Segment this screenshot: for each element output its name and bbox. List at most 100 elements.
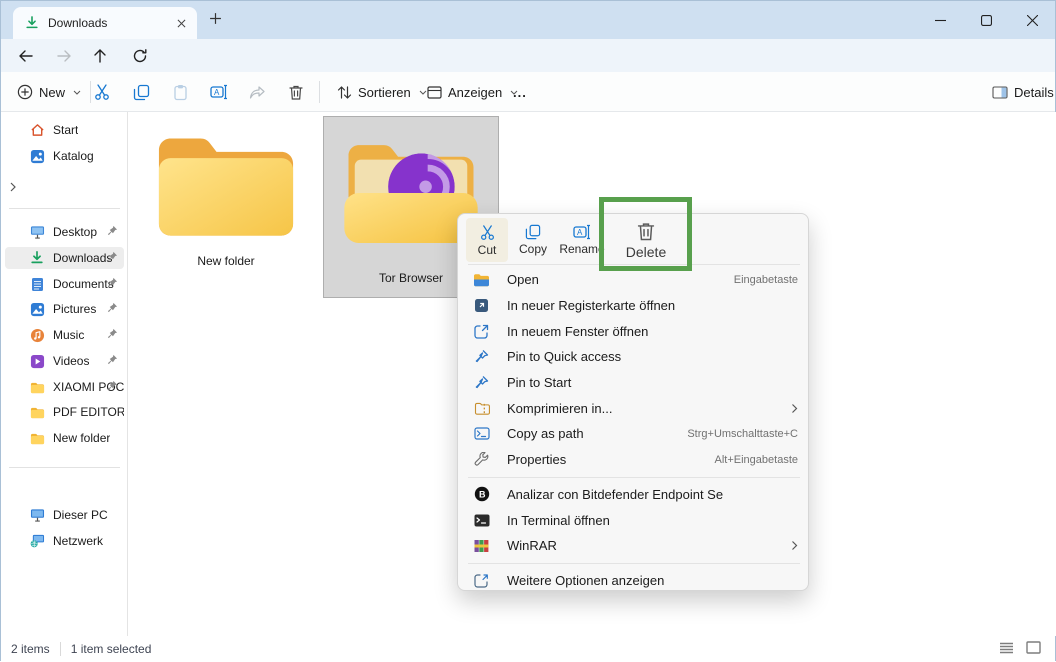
cut-icon — [479, 224, 496, 241]
folder-icon — [29, 404, 45, 420]
new-plus-icon — [17, 84, 33, 100]
navigation-bar: Downloads Downloads durchsuchen — [1, 39, 1055, 107]
new-button[interactable]: New — [17, 72, 81, 112]
bitdefender-icon: B — [473, 486, 490, 503]
pin-icon — [107, 354, 120, 367]
shortcut-text: Strg+Umschalttaste+C — [687, 427, 798, 440]
open-new-window-icon — [473, 323, 490, 340]
more-button[interactable]: ... — [513, 72, 527, 112]
shortcut-text: Alt+Eingabetaste — [714, 453, 798, 466]
sidebar-item-pdf-editor[interactable]: PDF EDITOR — [5, 401, 124, 423]
window-controls — [917, 1, 1055, 39]
context-copy-button[interactable]: Copy — [512, 218, 554, 262]
details-button[interactable]: Details — [992, 72, 1054, 112]
file-explorer-window: Downloads New A Sortieren Anzeigen ... D… — [0, 0, 1056, 662]
sidebar-item-dieser-pc[interactable]: Dieser PC — [5, 504, 124, 526]
gallery-icon — [29, 148, 45, 164]
tab-close-icon[interactable] — [173, 15, 189, 31]
menu-item-bitdefender-scan[interactable]: B Analizar con Bitdefender Endpoint Se — [458, 482, 810, 508]
pin-icon — [107, 328, 120, 341]
menu-item-open-new-window[interactable]: In neuem Fenster öffnen — [458, 318, 810, 344]
details-pane-icon — [992, 85, 1008, 99]
share-button[interactable] — [244, 72, 270, 112]
menu-item-open-new-tab[interactable]: In neuer Registerkarte öffnen — [458, 293, 810, 319]
sidebar-item-downloads[interactable]: Downloads — [5, 247, 124, 269]
sidebar-item-pictures[interactable]: Pictures — [5, 298, 124, 320]
tab-label: Downloads — [48, 16, 108, 30]
context-menu-list: Open Eingabetaste In neuer Registerkarte… — [458, 267, 810, 593]
copy-button[interactable] — [128, 72, 154, 112]
sidebar-item-netzwerk[interactable]: Netzwerk — [5, 530, 124, 552]
menu-item-pin-quick-access[interactable]: Pin to Quick access — [458, 344, 810, 370]
menu-item-compress[interactable]: Komprimieren in... — [458, 395, 810, 421]
new-button-label: New — [39, 84, 66, 100]
view-button[interactable]: Anzeigen — [427, 72, 518, 112]
close-icon[interactable] — [1009, 1, 1055, 39]
menu-item-copy-as-path[interactable]: Copy as path Strg+Umschalttaste+C — [458, 421, 810, 447]
menu-item-open-terminal[interactable]: In Terminal öffnen — [458, 507, 810, 533]
paste-button[interactable] — [167, 72, 193, 112]
menu-item-winrar[interactable]: WinRAR — [458, 533, 810, 559]
new-tab-button[interactable] — [209, 12, 225, 28]
pin-icon — [107, 225, 120, 238]
status-bar: 2 items 1 item selected — [1, 636, 1055, 662]
delete-button[interactable] — [283, 72, 309, 112]
back-arrow-icon[interactable] — [17, 47, 35, 65]
pin-icon — [107, 302, 120, 315]
download-icon — [25, 16, 39, 30]
details-button-label: Details — [1014, 84, 1054, 100]
sidebar-item-start[interactable]: Start — [5, 119, 124, 141]
context-cut-button[interactable]: Cut — [466, 218, 508, 262]
command-toolbar: New A Sortieren Anzeigen ... Details — [1, 72, 1055, 112]
chevron-right-icon[interactable] — [8, 182, 20, 194]
sidebar-item-katalog[interactable]: Katalog — [5, 145, 124, 167]
sidebar-item-music[interactable]: Music — [5, 324, 124, 346]
sort-button[interactable]: Sortieren — [337, 72, 427, 112]
icons-view-icon[interactable] — [1026, 641, 1041, 654]
open-new-tab-icon — [473, 297, 490, 314]
delete-highlight-annotation — [599, 197, 692, 271]
pin-icon — [473, 348, 490, 365]
folder-icon — [152, 126, 300, 248]
minimize-icon[interactable] — [917, 1, 963, 39]
cut-button[interactable] — [89, 72, 115, 112]
chevron-right-icon — [791, 540, 798, 551]
svg-text:B: B — [479, 490, 486, 500]
view-icon — [427, 85, 442, 99]
network-icon — [29, 533, 45, 549]
items-count: 2 items — [11, 642, 50, 656]
pin-icon — [473, 374, 490, 391]
desktop-icon — [29, 224, 45, 240]
pictures-icon — [29, 301, 45, 317]
context-rename-label: Rename — [559, 242, 605, 256]
zip-folder-icon — [473, 400, 490, 417]
sidebar: Start Katalog Desktop Downloads Document… — [1, 112, 128, 636]
sidebar-item-new-folder[interactable]: New folder — [5, 427, 124, 449]
view-button-label: Anzeigen — [448, 84, 503, 100]
refresh-icon[interactable] — [131, 47, 149, 65]
shortcut-text: Eingabetaste — [733, 273, 798, 286]
file-name: New folder — [197, 254, 255, 268]
folder-icon — [29, 379, 45, 395]
more-icon: ... — [513, 84, 527, 100]
tab-downloads[interactable]: Downloads — [13, 7, 197, 39]
list-view-icon[interactable] — [999, 641, 1014, 654]
sidebar-item-xiaomi-poco[interactable]: XIAOMI POCO F — [5, 376, 124, 398]
menu-item-properties[interactable]: Properties Alt+Eingabetaste — [458, 447, 810, 473]
menu-item-show-more-options[interactable]: Weitere Optionen anzeigen — [458, 568, 810, 594]
open-folder-icon — [473, 271, 490, 288]
svg-text:A: A — [214, 88, 220, 97]
winrar-icon — [473, 537, 490, 554]
forward-arrow-icon[interactable] — [55, 47, 73, 65]
maximize-icon[interactable] — [963, 1, 1009, 39]
up-arrow-icon[interactable] — [91, 47, 109, 65]
sidebar-item-desktop[interactable]: Desktop — [5, 221, 124, 243]
sidebar-item-videos[interactable]: Videos — [5, 350, 124, 372]
chevron-down-icon — [419, 90, 427, 95]
menu-item-pin-start[interactable]: Pin to Start — [458, 370, 810, 396]
pin-icon — [107, 277, 120, 290]
pin-icon — [107, 251, 120, 264]
rename-button[interactable]: A — [206, 72, 232, 112]
file-tile-new-folder[interactable]: New folder — [151, 126, 301, 268]
sidebar-item-documents[interactable]: Documents — [5, 273, 124, 295]
